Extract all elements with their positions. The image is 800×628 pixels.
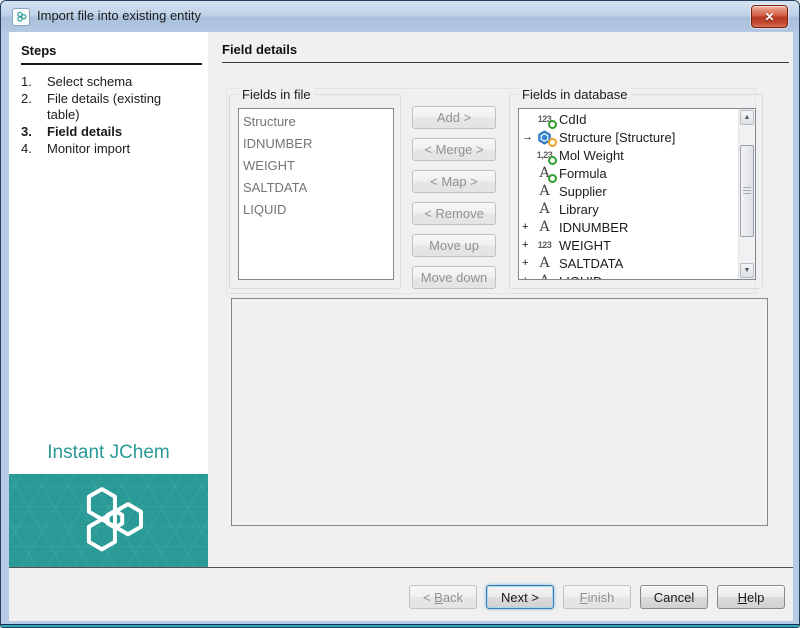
- step-label: Monitor import: [47, 141, 131, 156]
- scrollbar-grip: [743, 187, 751, 195]
- scroll-up-icon[interactable]: ▲: [740, 110, 754, 125]
- text-field-icon: A: [533, 273, 556, 279]
- close-icon: ✕: [764, 9, 775, 24]
- footer-separator: [9, 567, 793, 568]
- scrollbar-thumb[interactable]: [740, 145, 754, 237]
- list-item[interactable]: LIQUID: [239, 199, 393, 221]
- steps-sidebar: Steps 1. Select schema 2. File details (…: [9, 32, 208, 567]
- indexed-badge-icon: [548, 156, 557, 165]
- step-label: Select schema: [47, 74, 133, 89]
- next-button[interactable]: Next >: [486, 585, 554, 609]
- text-field-icon: A: [539, 219, 550, 235]
- step-label: Field details: [47, 124, 123, 139]
- indexed-badge-icon: [548, 120, 557, 129]
- step-number: 3.: [21, 124, 32, 139]
- hexagon-logo-icon: [86, 486, 143, 551]
- step-item-field-details-current: 3. Field details: [21, 124, 201, 140]
- new-field-plus-icon: +: [522, 221, 529, 233]
- list-item[interactable]: SALTDATA: [239, 177, 393, 199]
- decimal-field-icon: 1,23: [533, 147, 557, 165]
- integer-field-icon: 123: [533, 111, 557, 129]
- page-title: Field details: [222, 42, 298, 57]
- db-field-row[interactable]: A Formula: [521, 164, 737, 183]
- list-item[interactable]: WEIGHT: [239, 155, 393, 177]
- text-field-icon: A: [539, 201, 550, 217]
- structure-field-icon: [533, 129, 557, 147]
- finish-button[interactable]: Finish: [563, 585, 631, 609]
- step-item-select-schema: 1. Select schema: [21, 74, 201, 90]
- move-down-button[interactable]: Move down: [412, 266, 496, 289]
- db-field-row[interactable]: 123 CdId: [521, 110, 737, 129]
- scroll-down-icon[interactable]: ▼: [740, 263, 754, 278]
- close-button[interactable]: ✕: [751, 5, 788, 28]
- steps-list: 1. Select schema 2. File details (existi…: [21, 74, 201, 158]
- brand-banner: [9, 474, 208, 567]
- integer-field-icon: 123: [537, 240, 552, 250]
- step-label: File details (existing table): [47, 91, 162, 122]
- brand-text: Instant JChem: [47, 442, 170, 463]
- remove-button[interactable]: < Remove: [412, 202, 496, 225]
- vertical-scrollbar[interactable]: ▲ ▼: [738, 109, 755, 279]
- list-item[interactable]: Structure: [239, 111, 393, 133]
- db-field-row[interactable]: A Library: [521, 200, 737, 218]
- steps-heading: Steps: [21, 43, 202, 65]
- new-field-plus-icon: +: [521, 275, 533, 279]
- add-button[interactable]: Add >: [412, 106, 496, 129]
- db-field-rows: 123 CdId → Structure [Structure] 1,23 Mo…: [521, 110, 737, 280]
- fields-in-file-label: Fields in file: [239, 87, 314, 102]
- fields-in-database-label: Fields in database: [519, 87, 631, 102]
- mapped-arrow-icon: →: [522, 131, 533, 143]
- move-up-button[interactable]: Move up: [412, 234, 496, 257]
- fields-in-file-groupbox: Fields in file Structure IDNUMBER WEIGHT…: [229, 87, 401, 289]
- indexed-badge-icon: [548, 174, 557, 183]
- header-rule: [222, 62, 789, 63]
- fields-in-database-groupbox: Fields in database 123 CdId → Structure …: [509, 87, 763, 289]
- map-button[interactable]: < Map >: [412, 170, 496, 193]
- window-title: Import file into existing entity: [37, 8, 202, 23]
- text-field-icon: A: [539, 183, 550, 199]
- new-field-plus-icon: +: [522, 239, 529, 251]
- fields-in-file-list[interactable]: Structure IDNUMBER WEIGHT SALTDATA LIQUI…: [238, 108, 394, 280]
- fields-in-database-list[interactable]: 123 CdId → Structure [Structure] 1,23 Mo…: [518, 108, 756, 280]
- step-item-file-details: 2. File details (existing table): [21, 91, 201, 123]
- help-button[interactable]: Help: [717, 585, 785, 609]
- dialog-content: Steps 1. Select schema 2. File details (…: [9, 32, 793, 621]
- db-field-row[interactable]: → Structure [Structure]: [521, 128, 737, 147]
- step-number: 2.: [21, 91, 32, 106]
- text-field-icon: A: [533, 165, 557, 183]
- wizard-window: Import file into existing entity ✕ Steps…: [0, 0, 800, 628]
- text-field-icon: A: [539, 255, 550, 271]
- db-field-row[interactable]: + 123 WEIGHT: [521, 236, 737, 254]
- app-logo-icon: [12, 8, 30, 26]
- db-field-row[interactable]: A Supplier: [521, 182, 737, 200]
- step-item-monitor-import: 4. Monitor import: [21, 141, 201, 157]
- step-number: 4.: [21, 141, 32, 156]
- back-button[interactable]: < Back: [409, 585, 477, 609]
- db-field-row[interactable]: + A LIQUID: [521, 272, 737, 279]
- db-field-row[interactable]: 1,23 Mol Weight: [521, 146, 737, 165]
- main-panel: Field details Fields in file Structure I…: [208, 32, 793, 567]
- list-item[interactable]: IDNUMBER: [239, 133, 393, 155]
- titlebar[interactable]: Import file into existing entity ✕: [1, 1, 799, 32]
- step-number: 1.: [21, 74, 32, 89]
- merge-button[interactable]: < Merge >: [412, 138, 496, 161]
- new-field-plus-icon: +: [522, 257, 529, 269]
- warning-badge-icon: [548, 138, 557, 147]
- field-detail-panel: [231, 298, 768, 526]
- db-field-row[interactable]: + A SALTDATA: [521, 254, 737, 272]
- cancel-button[interactable]: Cancel: [640, 585, 708, 609]
- db-field-row[interactable]: + A IDNUMBER: [521, 218, 737, 236]
